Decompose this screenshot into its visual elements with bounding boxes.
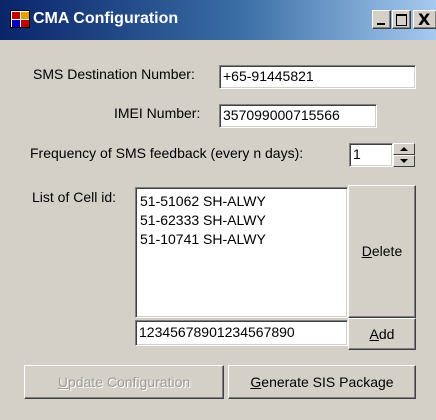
update-configuration-button[interactable]: Update Configuration xyxy=(24,365,224,399)
window-title: CMA Configuration xyxy=(33,10,179,27)
minimize-icon[interactable] xyxy=(372,10,391,29)
cell-list-label: List of Cell id: xyxy=(32,189,117,205)
cma-configuration-window: CMA Configuration X SMS Destination Numb… xyxy=(0,0,436,420)
cell-id-input[interactable]: 12345678901234567890 xyxy=(135,320,348,346)
maximize-icon[interactable] xyxy=(392,10,411,29)
spin-down-icon[interactable] xyxy=(393,155,415,167)
frequency-spinner[interactable] xyxy=(393,143,415,167)
title-bar[interactable]: CMA Configuration X xyxy=(0,0,436,40)
sms-destination-input[interactable]: +65-91445821 xyxy=(219,65,416,89)
frequency-input[interactable]: 1 xyxy=(349,143,393,167)
list-item[interactable]: 51-62333 SH-ALWY xyxy=(140,211,343,230)
imei-label: IMEI Number: xyxy=(114,105,201,121)
close-icon[interactable]: X xyxy=(413,10,436,29)
app-icon xyxy=(10,10,30,28)
imei-input[interactable]: 357099000715566 xyxy=(219,104,377,128)
sms-destination-label: SMS Destination Number: xyxy=(33,66,195,82)
frequency-label: Frequency of SMS feedback (every n days)… xyxy=(30,145,304,161)
list-item[interactable]: 51-51062 SH-ALWY xyxy=(140,192,343,211)
delete-button[interactable]: Delete xyxy=(348,185,416,318)
spin-up-icon[interactable] xyxy=(393,143,415,155)
generate-sis-package-button[interactable]: Generate SIS Package xyxy=(228,365,416,399)
list-item[interactable]: 51-10741 SH-ALWY xyxy=(140,230,343,249)
add-button[interactable]: Add xyxy=(348,318,416,350)
cell-id-listbox[interactable]: 51-51062 SH-ALWY 51-62333 SH-ALWY 51-107… xyxy=(135,187,348,318)
